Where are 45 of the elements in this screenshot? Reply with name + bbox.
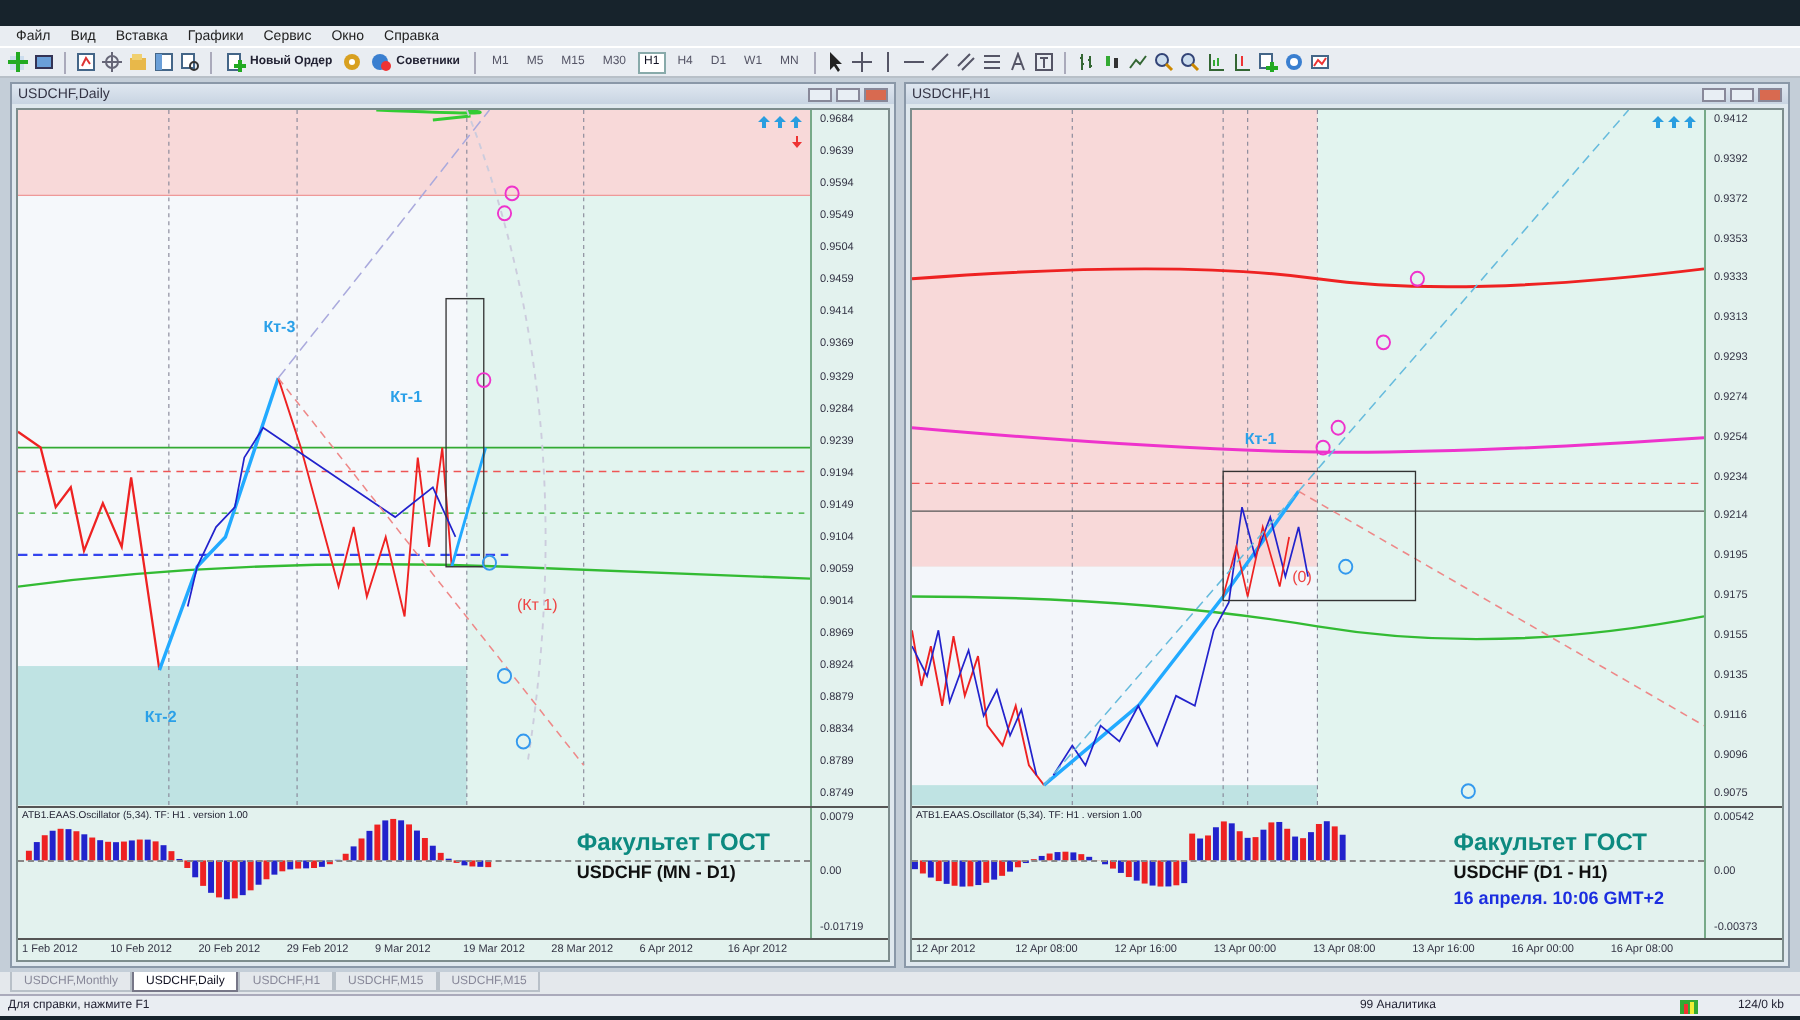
chart-shift-icon[interactable] — [1206, 52, 1227, 72]
chart-caption: 16 апреля. 10:06 GMT+2 — [1453, 887, 1664, 908]
down-arrow-icon — [792, 136, 802, 148]
wave-label: Кт-1 — [1244, 429, 1277, 448]
minimize-button[interactable] — [1702, 87, 1726, 101]
line-chart-icon[interactable] — [1128, 52, 1149, 72]
chart-caption: USDCHF (MN - D1) — [576, 861, 738, 882]
fibonacci-icon[interactable] — [982, 52, 1003, 72]
trendline-icon[interactable] — [930, 52, 951, 72]
autoscroll-icon[interactable] — [1232, 52, 1253, 72]
label-icon[interactable] — [1034, 52, 1055, 72]
crosshair-icon[interactable] — [852, 52, 873, 72]
wave-label: (0) — [1292, 568, 1312, 587]
connection-icon — [1679, 999, 1698, 1013]
minimize-button[interactable] — [808, 87, 832, 101]
close-button[interactable] — [864, 87, 888, 101]
new-order-icon — [226, 52, 246, 72]
tester-icon[interactable] — [180, 52, 200, 72]
maximize-button[interactable] — [836, 87, 860, 101]
cursor-icon[interactable] — [826, 52, 847, 72]
templates-icon[interactable] — [1310, 52, 1331, 72]
candles-icon[interactable] — [1102, 52, 1123, 72]
market-watch-icon[interactable] — [76, 52, 96, 72]
up-arrows-icon — [1652, 116, 1696, 128]
add-indicator-icon[interactable] — [1258, 52, 1279, 72]
periods-icon[interactable] — [1284, 52, 1305, 72]
up-arrows-icon — [758, 116, 802, 128]
zoom-out-icon[interactable] — [1180, 52, 1201, 72]
crosshair-icon[interactable] — [102, 52, 122, 72]
chart-caption: USDCHF (D1 - H1) — [1453, 861, 1610, 882]
zoom-in-icon[interactable] — [1154, 52, 1175, 72]
bar-chart-icon[interactable] — [1076, 52, 1097, 72]
wave-label: Кт-3 — [263, 318, 296, 337]
wave-label: Кт-1 — [390, 388, 423, 406]
wave-label: (Кт 1) — [516, 596, 558, 615]
channel-icon[interactable] — [956, 52, 977, 72]
close-button[interactable] — [1758, 87, 1782, 101]
chart-caption: Факультет ГОСТ — [1453, 827, 1649, 856]
maximize-button[interactable] — [1730, 87, 1754, 101]
chart-caption: Факультет ГОСТ — [576, 827, 770, 856]
wave-label: Кт-2 — [144, 707, 177, 726]
experts-icon — [372, 52, 393, 72]
profiles-icon[interactable] — [34, 52, 54, 72]
text-icon[interactable] — [1008, 52, 1029, 72]
terminal-icon[interactable] — [154, 52, 174, 72]
